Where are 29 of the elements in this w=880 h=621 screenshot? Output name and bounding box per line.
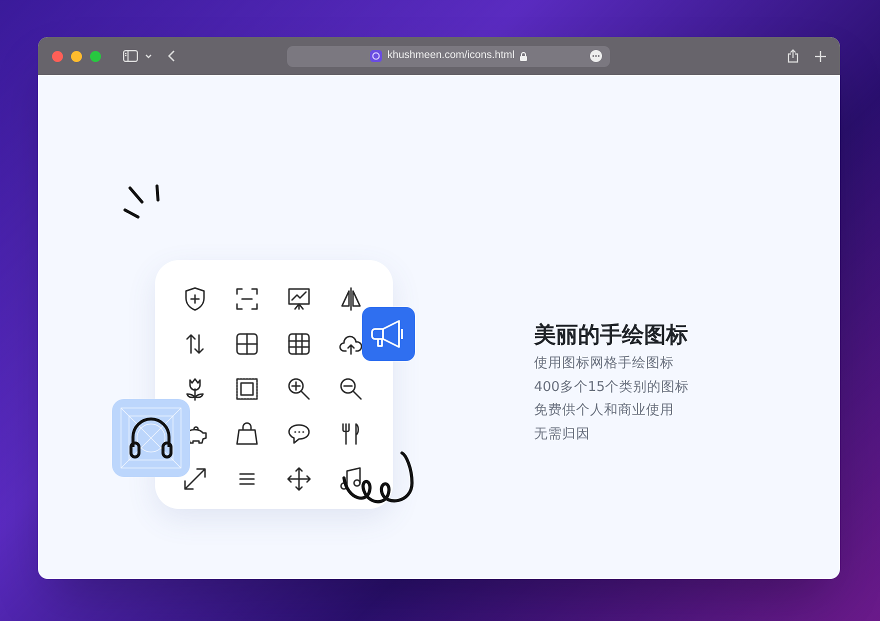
share-icon[interactable]: [787, 49, 799, 63]
more-icon[interactable]: [590, 50, 602, 62]
zoom-in-icon: [286, 376, 312, 402]
chevron-down-icon[interactable]: [145, 54, 152, 58]
music-note-icon: [338, 466, 364, 492]
move-arrows-icon: [286, 466, 312, 492]
feature-line: 使用图标网格手绘图标: [534, 354, 675, 373]
zoom-out-icon: [338, 376, 364, 402]
zoom-window-button[interactable]: [90, 50, 101, 62]
expand-arrows-icon: [182, 466, 208, 492]
lock-icon: [520, 52, 527, 60]
grid-nine-icon: [286, 330, 312, 356]
shopping-bag-icon: [234, 420, 260, 446]
presentation-chart-icon: [286, 286, 312, 312]
feature-line: 无需归因: [534, 424, 591, 444]
feature-line: 免费供个人和商业使用: [534, 401, 675, 420]
address-bar[interactable]: khushmeen.com/icons.html: [287, 46, 610, 66]
frame-icon: [234, 376, 260, 402]
back-icon[interactable]: [168, 50, 175, 62]
minimize-window-button[interactable]: [71, 50, 82, 62]
url-text: khushmeen.com/icons.html: [387, 48, 515, 64]
hero-title: 美丽的手绘图标: [534, 322, 689, 350]
grid-four-icon: [234, 330, 260, 356]
feature-line: 400多个15个类别的图标: [534, 378, 689, 396]
new-tab-icon[interactable]: [815, 50, 826, 62]
headphones-icon: [118, 405, 184, 471]
scan-frame-icon: [234, 286, 260, 312]
sidebar-icon[interactable]: [123, 50, 138, 62]
site-logo-icon: [370, 50, 382, 62]
